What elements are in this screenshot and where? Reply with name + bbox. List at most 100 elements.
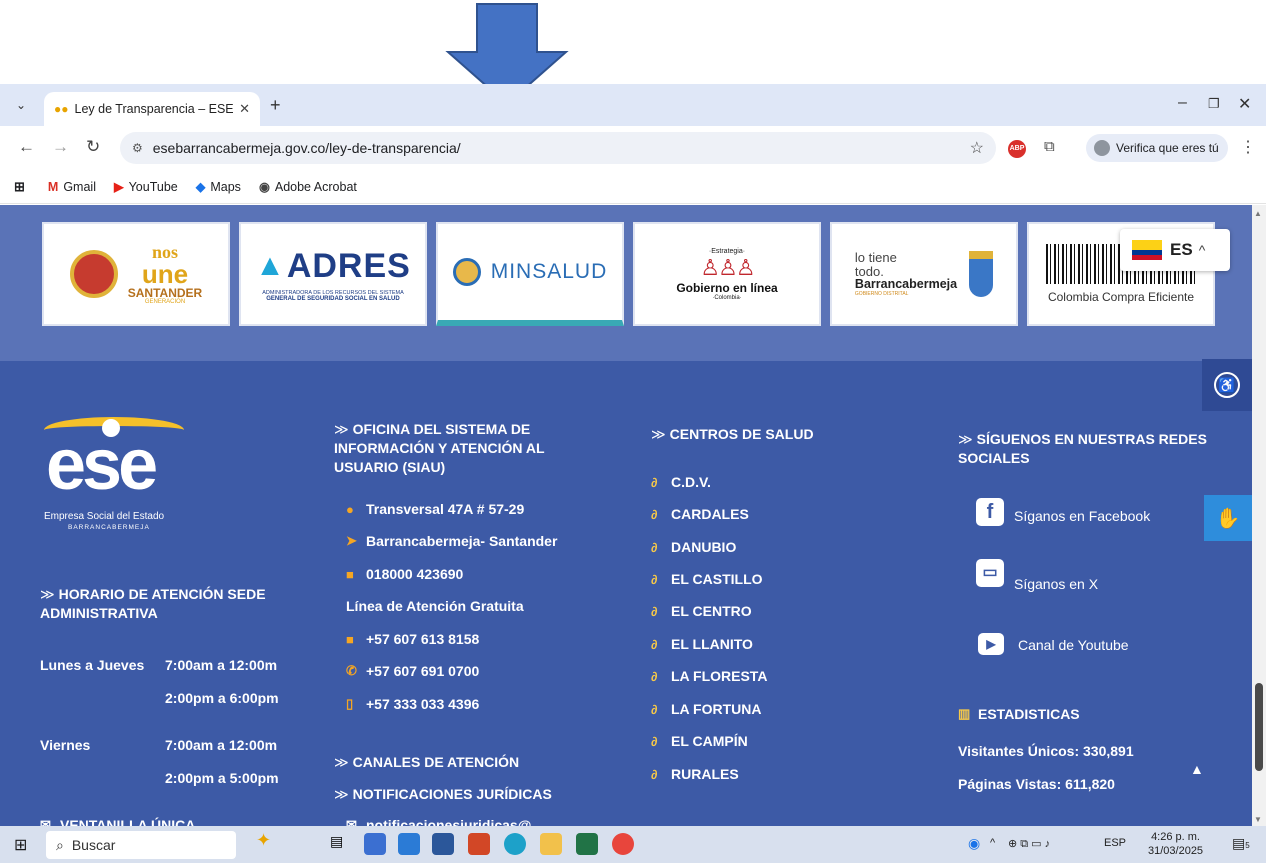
back-icon[interactable]: ←	[18, 137, 35, 157]
centro-link[interactable]: ∂ CARDALES	[651, 506, 749, 522]
close-window-button[interactable]: ✕	[1238, 94, 1251, 114]
url-text: esebarrancabermeja.gov.co/ley-de-transpa…	[152, 140, 461, 156]
notificaciones-link[interactable]: ≫ NOTIFICACIONES JURÍDICAS	[334, 785, 552, 804]
minimize-button[interactable]: –	[1178, 94, 1187, 112]
menu-icon[interactable]: ⋮	[1240, 137, 1256, 157]
gmail-icon: M	[47, 179, 59, 194]
address-bar[interactable]: ⚙ esebarrancabermeja.gov.co/ley-de-trans…	[120, 132, 996, 164]
file-explorer-icon[interactable]	[540, 833, 562, 855]
x-link[interactable]: Síganos en X	[1014, 576, 1098, 592]
site-info-icon[interactable]: ⚙	[132, 141, 143, 155]
link-icon: ∂	[651, 701, 658, 717]
phone1-item[interactable]: ■ +57 607 613 8158	[346, 631, 479, 647]
canales-link[interactable]: ≫ CANALES DE ATENCIÓN	[334, 753, 519, 772]
restore-button[interactable]: ❐	[1208, 96, 1220, 112]
copilot-sparkle-icon[interactable]: ✦	[256, 830, 278, 852]
active-tab[interactable]: ●● Ley de Transparencia – ESE Barr ✕	[44, 92, 260, 126]
bookmark-star-icon[interactable]: ☆	[970, 138, 984, 158]
tab-search-button[interactable]: ⌄	[10, 94, 32, 116]
centro-link[interactable]: ∂ EL LLANITO	[651, 636, 753, 652]
centro-link[interactable]: ∂ EL CAMPÍN	[651, 733, 748, 749]
apps-icon[interactable]: ⊞	[14, 179, 30, 195]
chrome-tray-icon[interactable]: ◉	[968, 835, 980, 852]
toll-free-item[interactable]: ■ 018000 423690	[346, 566, 463, 582]
sign-language-icon: ✋	[1215, 507, 1241, 530]
reload-icon[interactable]: ↻	[86, 137, 100, 157]
acrobat-icon: ◉	[258, 180, 270, 194]
powerpoint-icon[interactable]	[468, 833, 490, 855]
close-tab-icon[interactable]: ✕	[239, 101, 250, 117]
youtube-link[interactable]: Canal de Youtube	[1018, 637, 1129, 653]
avatar	[1094, 140, 1110, 156]
scroll-top-icon[interactable]: ▲	[1190, 761, 1204, 777]
colombia-shield-icon	[452, 258, 481, 286]
page-scrollbar[interactable]: ▲ ▼	[1252, 205, 1266, 826]
horario-time: 7:00am a 12:00m	[165, 737, 278, 753]
facebook-icon[interactable]: f	[976, 498, 1004, 526]
logo-gobierno-en-linea[interactable]: ·Estrategia· ♙♙♙ Gobierno en línea ·Colo…	[633, 222, 821, 326]
profile-button[interactable]: Verifica que eres tú	[1086, 134, 1228, 162]
scroll-up-icon[interactable]: ▲	[1254, 209, 1262, 218]
tray-icons[interactable]: ⊕ ⧉ ▭ ♪	[1008, 837, 1050, 851]
adblock-extension-icon[interactable]: ABP	[1008, 140, 1026, 158]
scroll-thumb[interactable]	[1255, 683, 1263, 771]
bookmark-maps[interactable]: ◆ Maps	[196, 179, 241, 195]
accessibility-button[interactable]: ♿	[1202, 359, 1252, 411]
logo-barrancabermeja[interactable]: lo tiene todo. Barrancabermeja GOBIERNO …	[830, 222, 1018, 326]
edge-icon[interactable]	[504, 833, 526, 855]
centro-link[interactable]: ∂ EL CENTRO	[651, 603, 752, 619]
taskbar-clock[interactable]: 4:26 p. m. 31/03/2025	[1148, 830, 1203, 858]
excel-icon[interactable]	[576, 833, 598, 855]
tab-strip: ⌄ ●● Ley de Transparencia – ESE Barr ✕ +…	[0, 84, 1266, 126]
task-view-icon[interactable]: ▤	[330, 833, 352, 855]
taskbar-search[interactable]: ⌕ Buscar	[46, 831, 236, 859]
twitch-icon[interactable]: ▭	[976, 559, 1004, 587]
notification-icon[interactable]: ▤5	[1232, 835, 1250, 852]
bookmark-acrobat[interactable]: ◉ Adobe Acrobat	[258, 179, 357, 195]
word-icon[interactable]	[432, 833, 454, 855]
forward-icon[interactable]: →	[52, 137, 69, 157]
app-icon[interactable]	[398, 833, 420, 855]
santander-seal-icon	[69, 250, 118, 298]
logo-minsalud[interactable]: MINSALUD	[436, 222, 624, 326]
language-switcher[interactable]: ES ^	[1120, 229, 1230, 271]
toll-free-label: Línea de Atención Gratuita	[346, 598, 524, 614]
chrome-icon[interactable]	[612, 833, 634, 855]
centro-link[interactable]: ∂ LA FORTUNA	[651, 701, 761, 717]
app-icon[interactable]	[364, 833, 386, 855]
windows-start-icon[interactable]: ⊞	[14, 835, 27, 855]
bar-chart-icon: ▥	[958, 706, 971, 721]
centro-link[interactable]: ∂ DANUBIO	[651, 539, 736, 555]
centro-link[interactable]: ∂ EL CASTILLO	[651, 571, 763, 587]
youtube-icon[interactable]: ▶	[978, 633, 1004, 655]
bookmark-gmail[interactable]: M Gmail	[48, 180, 96, 194]
bookmark-youtube[interactable]: ▶ YouTube	[114, 179, 178, 195]
new-tab-button[interactable]: +	[270, 95, 281, 116]
ese-logo[interactable]: ese Empresa Social del Estado BARRANCABE…	[42, 417, 192, 537]
visitantes-count: Visitantes Únicos: 330,891	[958, 743, 1134, 759]
site-favicon-icon: ●●	[54, 102, 69, 116]
notificaciones-email[interactable]: ✉ notificacionesjuridicas@	[346, 817, 531, 826]
mobile-item[interactable]: ▯ +57 333 033 4396	[346, 696, 479, 712]
centro-link[interactable]: ∂ RURALES	[651, 766, 739, 782]
facebook-link[interactable]: Síganos en Facebook	[1014, 508, 1150, 524]
phone2-item[interactable]: ✆ +57 607 691 0700	[346, 663, 479, 679]
horario-day-1: Lunes a Jueves	[40, 657, 145, 673]
accessibility-icon: ♿	[1214, 372, 1240, 398]
centro-link[interactable]: ∂ LA FLORESTA	[651, 668, 767, 684]
horario-heading: ≫ HORARIO DE ATENCIÓN SEDE ADMINISTRATIVA	[40, 586, 266, 621]
logo-adres[interactable]: ▲ ADRES ADMINISTRADORA DE LOS RECURSOS D…	[239, 222, 427, 326]
logo-santander[interactable]: nos une SANTANDER GENERACIÓN	[42, 222, 230, 326]
link-icon: ∂	[651, 539, 658, 555]
partner-logo-band: nos une SANTANDER GENERACIÓN ▲ ADRES ADM…	[0, 205, 1252, 361]
centro-link[interactable]: ∂ C.D.V.	[651, 474, 711, 490]
stats-heading: ▥ ESTADISTICAS	[958, 706, 1080, 722]
input-language[interactable]: ESP	[1104, 837, 1126, 849]
sign-language-button[interactable]: ✋	[1204, 495, 1252, 541]
scroll-down-icon[interactable]: ▼	[1254, 815, 1262, 824]
link-icon: ∂	[651, 733, 658, 749]
tray-chevron-icon[interactable]: ^	[990, 837, 995, 849]
extensions-icon[interactable]: ⧉	[1044, 138, 1055, 155]
ventanilla-heading[interactable]: ✉ VENTANILLA ÚNICA	[40, 817, 195, 826]
horario-day-2: Viernes	[40, 737, 91, 753]
